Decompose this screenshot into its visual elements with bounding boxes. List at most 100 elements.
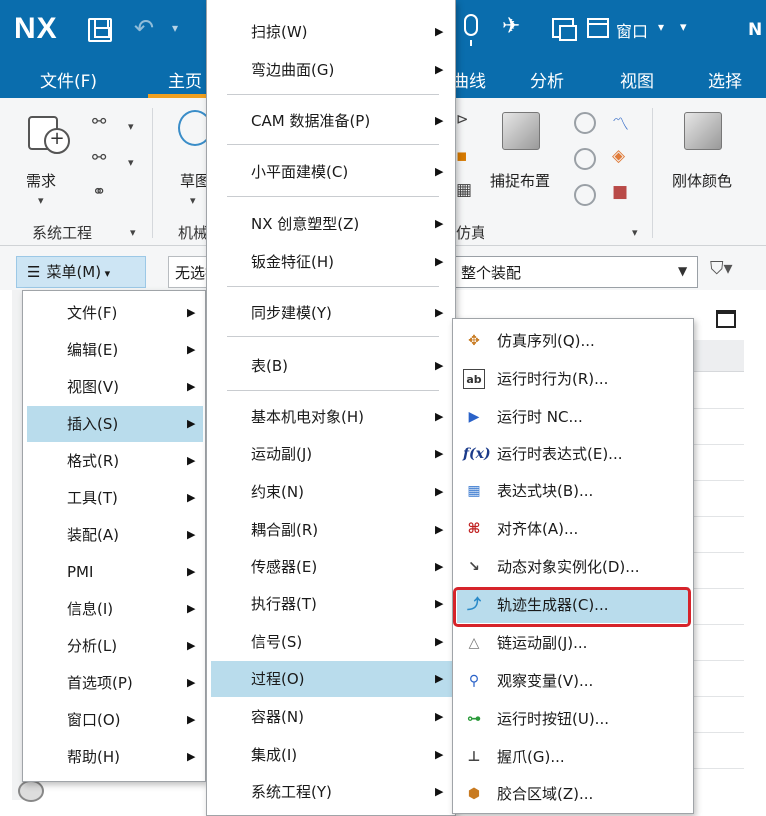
menu-item-synchronous-modeling[interactable]: 同步建模(Y) ▶ [207,295,455,331]
menu-item-tools[interactable]: 工具(T) ▶ [23,480,205,516]
sketch-label[interactable]: 草图 [180,170,206,191]
menu-item-process[interactable]: 过程(O) ▶ [211,661,453,697]
link-add-icon[interactable]: ⚯ [92,112,106,132]
menu-item-cam-data-prep[interactable]: CAM 数据准备(P) ▶ [207,103,455,139]
group-simulation-label: 仿真 [456,224,484,242]
menu-button[interactable]: ☰ 菜单(M) ▾ [16,256,146,288]
menu-item-table[interactable]: 表(B) ▶ [207,348,455,384]
menu-item-pmi[interactable]: PMI ▶ [23,554,205,590]
menu-item-dynamic-object-instantiation[interactable]: ↘ 动态对象实例化(D)... [453,549,693,585]
menu-item-basic-mechatronics-object[interactable]: 基本机电对象(H) ▶ [207,399,455,435]
menu-item-information[interactable]: 信息(I) ▶ [23,591,205,627]
menu-item-runtime-button[interactable]: ⊶ 运行时按钮(U)... [453,701,693,737]
switch-window-icon[interactable] [552,18,577,41]
body-color-icon[interactable] [684,112,722,150]
requirements-dropdown-icon[interactable]: ▾ [38,194,44,207]
menu-item-constraint[interactable]: 约束(N) ▶ [207,474,455,510]
group-simulation-dropdown-icon[interactable]: ▾ [632,226,638,239]
requirements-label[interactable]: 需求 [26,170,56,191]
submenu-arrow-icon: ▶ [435,785,444,798]
menu-item-view[interactable]: 视图(V) ▶ [23,369,205,405]
grid-line [690,588,744,589]
window-icon[interactable] [587,18,609,38]
submenu-arrow-icon: ▶ [187,306,196,319]
undo-dropdown-icon[interactable]: ▾ [172,22,178,34]
quick-access-customize-icon[interactable]: ▾ [680,20,687,35]
body-color-label[interactable]: 刚体颜色 [672,170,732,191]
menu-item-signal[interactable]: 信号(S) ▶ [207,624,455,660]
menu-item-help[interactable]: 帮助(H) ▶ [23,739,205,775]
selection-scope-select[interactable]: 整个装配 [452,256,698,288]
menu-item-sweep[interactable]: 扫掠(W) ▶ [207,14,455,50]
submenu-arrow-icon: ▶ [187,676,196,689]
trace-add-dropdown-icon[interactable]: ▾ [128,156,134,169]
menu-item-format[interactable]: 格式(R) ▶ [23,443,205,479]
trace-add-icon[interactable]: ⚯ [92,148,106,168]
menu-item-coupler[interactable]: 耦合副(R) ▶ [207,512,455,548]
menu-item-flange-surface[interactable]: 弯边曲面(G) ▶ [207,52,455,88]
menu-item-analysis[interactable]: 分析(L) ▶ [23,628,205,664]
menu-item-gripper[interactable]: ⊥ 握爪(G)... [453,739,693,775]
sim-tool-icon[interactable]: ▦ [456,180,472,200]
menu-item-sheet-metal-feature[interactable]: 钣金特征(H) ▶ [207,244,455,280]
menu-item-container[interactable]: 容器(N) ▶ [207,699,455,735]
group-system-engineering-dropdown-icon[interactable]: ▾ [130,226,136,239]
menu-item-actuator[interactable]: 执行器(T) ▶ [207,586,455,622]
maximize-panel-icon[interactable] [716,310,736,328]
menu-item-insert[interactable]: 插入(S) ▶ [27,406,203,442]
menu-item-nx-realize-shape[interactable]: NX 创意塑型(Z) ▶ [207,206,455,242]
save-icon[interactable] [88,18,112,42]
menu-item-watch-variable[interactable]: ⚲ 观察变量(V)... [453,663,693,699]
connect-icon[interactable]: ✈ [502,16,520,38]
menu-item-align-body[interactable]: ⌘ 对齐体(A)... [453,511,693,547]
menu-item-systems-engineering[interactable]: 系统工程(Y) ▶ [207,774,455,810]
step-icon[interactable] [574,184,596,206]
window-menu-label[interactable]: 窗口 [616,18,648,42]
play-icon[interactable]: ⊳ [456,110,469,128]
menu-item-runtime-nc[interactable]: ▶ 运行时 NC... [453,399,693,435]
sketch-dropdown-icon[interactable]: ▾ [190,194,196,207]
menu-item-joint[interactable]: 运动副(J) ▶ [207,436,455,472]
tab-view[interactable]: 视图 [620,67,654,92]
menu-item-assembly[interactable]: 装配(A) ▶ [23,517,205,553]
selection-filter-icon[interactable]: ⛉▾ [710,258,738,284]
grid-line [690,696,744,697]
tab-analysis[interactable]: 分析 [530,67,564,92]
bandage-icon[interactable]: ◈ [612,146,625,166]
menu-item-file[interactable]: 文件(F) ▶ [23,295,205,331]
requirements-icon[interactable] [28,116,70,154]
link-add-dropdown-icon[interactable]: ▾ [128,120,134,133]
window-dropdown-icon[interactable]: ▾ [658,20,664,34]
capture-layout-label[interactable]: 捕捉布置 [490,170,550,191]
scope-dropdown-icon[interactable]: ▼ [678,264,687,278]
cube-red-icon[interactable]: ■ [612,182,628,202]
tab-select[interactable]: 选择 [708,67,742,92]
link-icon[interactable]: ⚭ [92,182,106,202]
pause-icon[interactable] [574,148,596,170]
menu-dropdown-icon: ▾ [101,267,111,280]
menu-item-preferences[interactable]: 首选项(P) ▶ [23,665,205,701]
menu-item-trajectory-generator[interactable]: ⤴ 轨迹生成器(C)... [457,587,689,623]
undo-icon[interactable]: ↶ [134,16,154,40]
menu-item-expression-block[interactable]: ▦ 表达式块(B)... [453,473,693,509]
capture-layout-icon[interactable] [502,112,540,150]
menu-item-edit[interactable]: 编辑(E) ▶ [23,332,205,368]
settings-icon[interactable] [18,780,44,802]
tab-curve[interactable]: 曲线 [452,67,486,92]
menu-item-runtime-expression[interactable]: f(x) 运行时表达式(E)... [453,436,693,472]
menu-item-simulation-sequence[interactable]: ✥ 仿真序列(Q)... [453,323,693,359]
menu-item-glue-region[interactable]: ⬢ 胶合区域(Z)... [453,776,693,812]
menu-item-runtime-behavior[interactable]: ab 运行时行为(R)... [453,361,693,397]
tab-file[interactable]: 文件(F) [40,67,97,92]
menu-item-sensor[interactable]: 传感器(E) ▶ [207,549,455,585]
chart-icon[interactable]: 〽 [612,110,629,135]
tab-home[interactable]: 主页 [168,67,202,92]
menu-item-window[interactable]: 窗口(O) ▶ [23,702,205,738]
submenu-arrow-icon: ▶ [187,639,196,652]
stop-icon[interactable] [574,112,596,134]
menu-item-chain-joint[interactable]: △ 链运动副(J)... [453,625,693,661]
menu-item-integration[interactable]: 集成(I) ▶ [207,737,455,773]
sim-step-icon[interactable]: ▪ [456,146,468,166]
microphone-icon[interactable] [464,14,478,46]
menu-item-facet-modeling[interactable]: 小平面建模(C) ▶ [207,154,455,190]
